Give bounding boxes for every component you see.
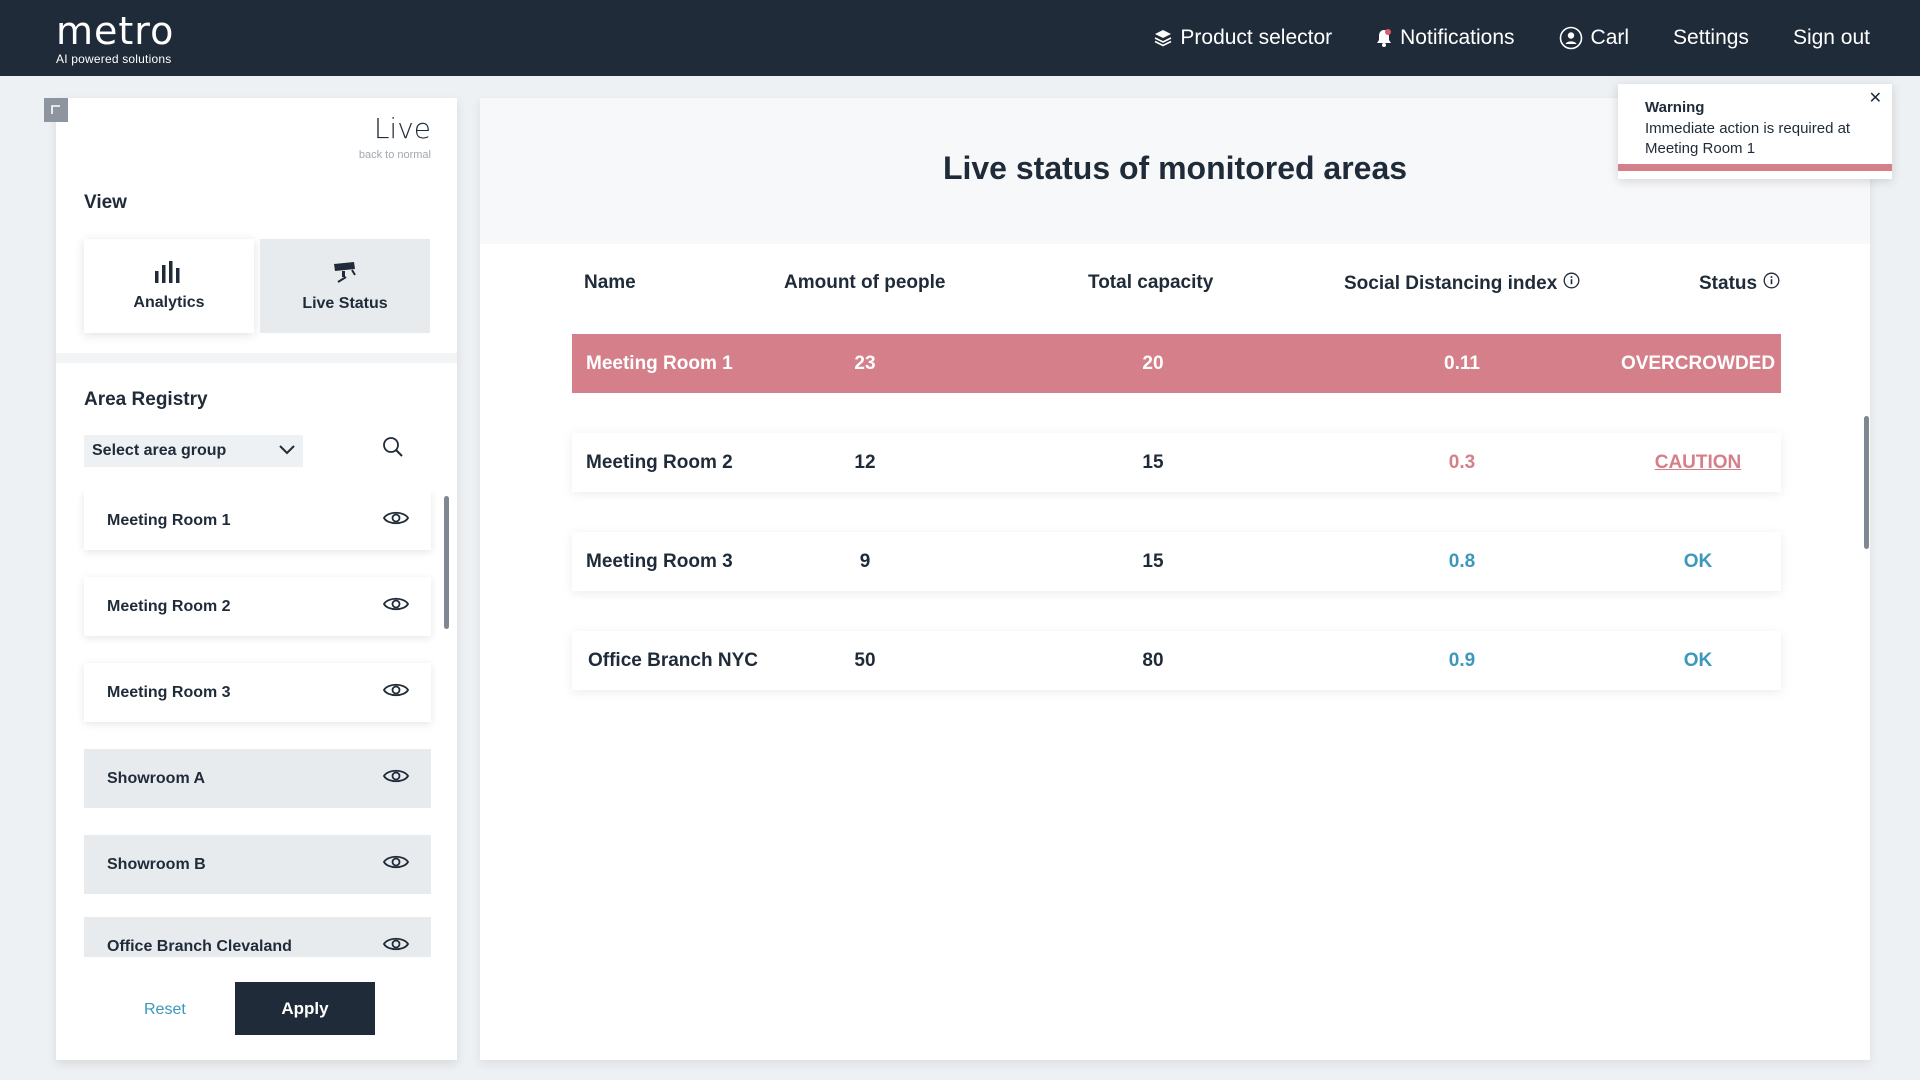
area-item-label: Office Branch Clevaland <box>107 937 292 955</box>
user-profile-link[interactable]: Carl <box>1559 26 1630 50</box>
area-item-label: Meeting Room 2 <box>107 597 231 615</box>
eye-icon[interactable] <box>382 853 410 876</box>
eye-icon[interactable] <box>382 935 410 957</box>
area-registry-heading: Area Registry <box>84 389 208 410</box>
row-name: Office Branch NYC <box>588 650 758 671</box>
collapse-icon <box>51 105 60 114</box>
notifications-label: Notifications <box>1400 26 1515 49</box>
layers-icon <box>1154 29 1172 47</box>
area-item-label: Meeting Room 1 <box>107 511 231 529</box>
area-item-label: Meeting Room 3 <box>107 683 231 701</box>
table-row[interactable]: Meeting Room 3 9 15 0.8 OK <box>572 532 1781 591</box>
bar-chart-icon <box>154 260 184 288</box>
search-icon[interactable] <box>382 436 404 463</box>
eye-icon[interactable] <box>382 767 410 790</box>
close-icon[interactable]: ✕ <box>1869 88 1882 108</box>
column-header-status: Status <box>1699 272 1780 295</box>
sidebar-divider <box>56 353 457 363</box>
status-badge: OK <box>1683 551 1713 572</box>
notifications-link[interactable]: Notifications <box>1376 26 1515 50</box>
view-heading: View <box>84 192 127 213</box>
status-badge: OVERCROWDED <box>1620 353 1776 374</box>
logo-tagline: AI powered solutions <box>56 52 172 66</box>
eye-icon[interactable] <box>382 509 410 532</box>
row-sdi: 0.3 <box>1448 452 1476 473</box>
row-people: 9 <box>859 551 871 572</box>
logo-wordmark: metro <box>56 9 175 53</box>
row-sdi: 0.8 <box>1448 551 1476 572</box>
column-header-sdi: Social Distancing index <box>1344 272 1580 295</box>
live-status-view-button[interactable]: Live Status <box>260 239 430 333</box>
row-capacity: 20 <box>1142 353 1164 374</box>
security-camera-icon <box>332 260 358 289</box>
reset-button[interactable]: Reset <box>144 1001 186 1019</box>
logo[interactable]: metro AI powered solutions <box>56 10 174 66</box>
status-badge: OK <box>1683 650 1713 671</box>
area-item-label: Showroom B <box>107 855 206 873</box>
live-status-label: Live Status <box>302 294 388 312</box>
user-name: Carl <box>1590 26 1630 49</box>
toast-progress-bar <box>1618 164 1892 171</box>
sidebar: Live back to normal View Analytics Live … <box>56 98 457 1060</box>
area-item[interactable]: Office Branch Clevaland <box>84 917 431 957</box>
back-to-normal-link[interactable]: back to normal <box>359 149 431 161</box>
info-icon[interactable] <box>1563 272 1580 295</box>
row-capacity: 15 <box>1142 452 1164 473</box>
warning-toast: ✕ Warning Immediate action is required a… <box>1618 84 1892 179</box>
toast-title: Warning <box>1645 99 1705 116</box>
analytics-label: Analytics <box>133 293 205 311</box>
area-list: Meeting Room 1 Meeting Room 2 Meeting Ro… <box>56 491 457 957</box>
row-name: Meeting Room 1 <box>586 353 733 374</box>
eye-icon[interactable] <box>382 681 410 704</box>
status-badge[interactable]: CAUTION <box>1655 433 1742 492</box>
row-people: 50 <box>854 650 876 671</box>
table-row[interactable]: Office Branch NYC 50 80 0.9 OK <box>572 631 1781 690</box>
row-people: 23 <box>854 353 876 374</box>
apply-button[interactable]: Apply <box>235 982 375 1035</box>
main-scrollbar[interactable] <box>1864 416 1869 549</box>
row-capacity: 80 <box>1142 650 1164 671</box>
mode-header: Live back to normal <box>359 112 431 161</box>
area-item[interactable]: Meeting Room 2 <box>84 577 431 636</box>
area-item[interactable]: Showroom B <box>84 835 431 894</box>
row-people: 12 <box>854 452 876 473</box>
table-row[interactable]: Meeting Room 1 23 20 0.11 OVERCROWDED <box>572 334 1781 393</box>
sign-out-link[interactable]: Sign out <box>1793 26 1870 50</box>
top-bar: metro AI powered solutions Product selec… <box>0 0 1920 76</box>
mode-title: Live <box>373 112 431 145</box>
area-list-scrollbar[interactable] <box>444 496 449 629</box>
row-sdi: 0.11 <box>1444 353 1480 374</box>
area-item-label: Showroom A <box>107 769 206 787</box>
top-nav: Product selector Notifications Carl Sett… <box>1154 0 1870 76</box>
chevron-down-icon <box>279 442 295 460</box>
product-selector-label: Product selector <box>1180 26 1333 49</box>
column-header-people: Amount of people <box>784 272 946 293</box>
user-avatar-icon <box>1559 26 1583 50</box>
toast-message: Immediate action is required at Meeting … <box>1645 120 1851 157</box>
bell-icon <box>1376 29 1392 47</box>
row-name: Meeting Room 3 <box>586 551 733 572</box>
product-selector-link[interactable]: Product selector <box>1154 26 1332 50</box>
analytics-view-button[interactable]: Analytics <box>84 239 254 333</box>
eye-icon[interactable] <box>382 595 410 618</box>
collapse-sidebar-button[interactable] <box>44 98 68 122</box>
area-item[interactable]: Showroom A <box>84 749 431 808</box>
area-item[interactable]: Meeting Room 1 <box>84 491 431 550</box>
table-row[interactable]: Meeting Room 2 12 15 0.3 CAUTION <box>572 433 1781 492</box>
area-item[interactable]: Meeting Room 3 <box>84 663 431 722</box>
row-name: Meeting Room 2 <box>586 452 733 473</box>
settings-link[interactable]: Settings <box>1673 26 1749 50</box>
area-group-select[interactable]: Select area group <box>84 435 303 467</box>
main-panel: Live status of monitored areas Name Amou… <box>480 98 1870 1060</box>
column-header-capacity: Total capacity <box>1088 272 1214 293</box>
area-group-select-value: Select area group <box>92 442 227 459</box>
column-header-name: Name <box>584 272 636 293</box>
row-capacity: 15 <box>1142 551 1164 572</box>
row-sdi: 0.9 <box>1448 650 1476 671</box>
info-icon[interactable] <box>1763 272 1780 295</box>
